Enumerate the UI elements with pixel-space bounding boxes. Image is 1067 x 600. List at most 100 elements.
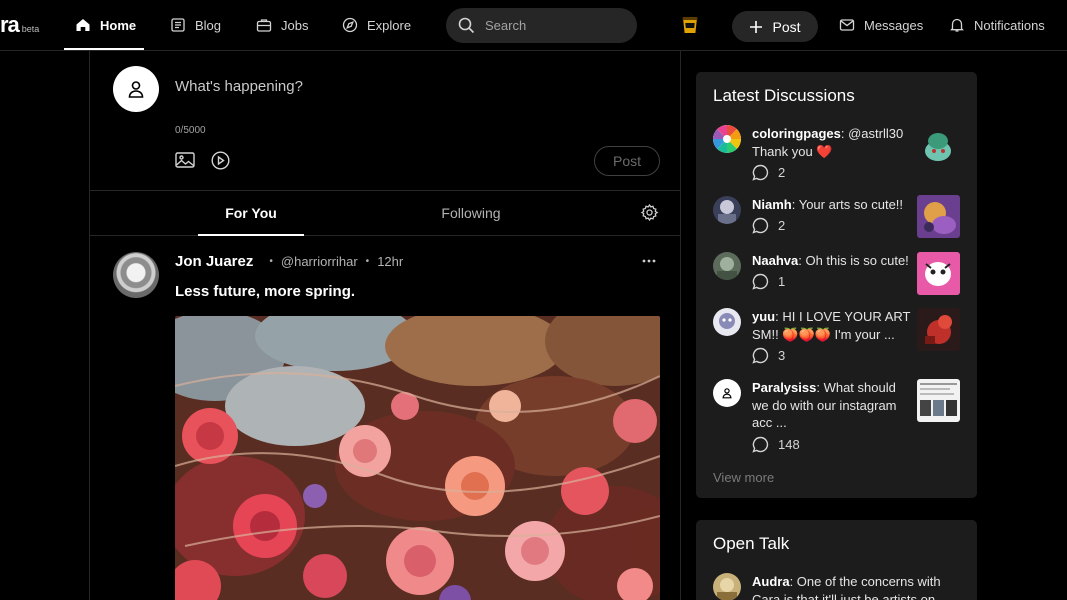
discussion-message: : Your arts so cute!!	[791, 197, 904, 212]
discussion-thumbnail[interactable]	[917, 379, 960, 422]
new-post-button[interactable]: Post	[732, 11, 818, 42]
video-upload-icon[interactable]	[211, 151, 230, 170]
post-time: 12hr	[377, 254, 404, 269]
coffee-cup-icon[interactable]	[681, 15, 699, 35]
composer-post-button[interactable]: Post	[594, 146, 660, 176]
discussion-user[interactable]: Naahva	[752, 253, 798, 268]
search-input[interactable]	[485, 18, 615, 33]
discussion-message: : Oh this is so cute!	[798, 253, 909, 268]
discussion-user[interactable]: Niamh	[752, 197, 792, 212]
top-navigation: ra beta Home Blog Jobs Explore Post Mess…	[0, 0, 1067, 51]
comment-icon	[752, 273, 769, 290]
separator-dot: •	[269, 256, 273, 267]
comment-icon	[752, 217, 769, 234]
discussion-user[interactable]: Audra	[752, 574, 790, 589]
briefcase-icon	[256, 19, 272, 32]
discussion-text: Naahva: Oh this is so cute!	[752, 252, 912, 270]
discussion-avatar[interactable]	[713, 196, 741, 224]
nav-explore-label: Explore	[367, 17, 412, 33]
open-talk-panel: Open Talk Audra: One of the concerns wit…	[696, 520, 977, 600]
nav-home-label: Home	[100, 17, 137, 33]
new-post-label: Post	[772, 18, 801, 35]
user-icon	[722, 388, 732, 399]
discussion-item[interactable]: Niamh: Your arts so cute!! 2	[713, 195, 963, 244]
search-bar[interactable]	[446, 8, 637, 43]
discussion-user[interactable]: coloringpages	[752, 126, 841, 141]
discussion-thumbnail[interactable]	[917, 125, 960, 168]
reply-count[interactable]: 2	[752, 164, 785, 181]
comment-icon	[752, 347, 769, 364]
discussion-thumbnail[interactable]	[917, 308, 960, 351]
discussion-text: Paralysiss: What should we do with our i…	[752, 379, 912, 432]
nav-blog-label: Blog	[195, 17, 222, 33]
discussion-avatar[interactable]	[713, 573, 741, 600]
nav-home[interactable]: Home	[64, 0, 144, 50]
nav-blog[interactable]: Blog	[170, 0, 221, 50]
discussion-item[interactable]: coloringpages: @astrll30 Thank you ❤️ 2	[713, 125, 963, 185]
more-options-icon[interactable]	[641, 258, 657, 264]
reply-count[interactable]: 2	[752, 217, 785, 234]
reply-count-value: 2	[778, 218, 786, 233]
comment-icon	[752, 164, 769, 181]
discussion-avatar[interactable]	[713, 252, 741, 280]
nav-notifications[interactable]: Notifications	[949, 0, 1045, 50]
reply-count-value: 148	[778, 437, 800, 452]
character-counter: 0/5000	[175, 125, 206, 136]
discussion-item[interactable]: Naahva: Oh this is so cute! 1	[713, 252, 963, 300]
home-icon	[76, 19, 90, 31]
discussion-avatar[interactable]	[713, 379, 741, 407]
image-upload-icon[interactable]	[175, 151, 195, 169]
post-author-name[interactable]: Jon Juarez	[175, 253, 253, 270]
separator-dot: •	[365, 256, 370, 267]
search-icon	[458, 17, 475, 34]
tab-for-you[interactable]: For You	[198, 191, 304, 236]
nav-notifications-label: Notifications	[974, 17, 1045, 33]
blog-icon	[171, 18, 185, 32]
bell-icon	[950, 18, 964, 32]
comment-icon	[752, 436, 769, 453]
latest-discussions-title: Latest Discussions	[713, 86, 855, 105]
post-text: Less future, more spring.	[175, 283, 356, 300]
nav-jobs[interactable]: Jobs	[256, 0, 308, 50]
cara-logo[interactable]: ra beta	[0, 12, 40, 37]
reply-count[interactable]: 148	[752, 436, 800, 453]
discussion-user[interactable]: Paralysiss	[752, 380, 816, 395]
feed-tabs: For You Following	[90, 191, 680, 236]
composer-input[interactable]: What's happening?	[175, 78, 303, 95]
reply-count-value: 2	[778, 165, 786, 180]
discussion-thumbnail[interactable]	[917, 252, 960, 295]
discussion-text: Niamh: Your arts so cute!!	[752, 196, 912, 214]
gear-icon[interactable]	[640, 203, 659, 222]
discussion-user[interactable]: yuu	[752, 309, 775, 324]
latest-discussions-panel: Latest Discussions coloringpages: @astrl…	[696, 72, 977, 498]
reply-count[interactable]: 1	[752, 273, 785, 290]
plus-icon	[750, 20, 763, 33]
reply-count[interactable]: 3	[752, 347, 785, 364]
nav-explore[interactable]: Explore	[342, 0, 411, 50]
discussion-item[interactable]: Audra: One of the concerns with Cara is …	[713, 573, 963, 600]
user-icon	[128, 81, 144, 98]
post-author-avatar[interactable]	[113, 252, 159, 298]
compass-icon	[342, 17, 358, 33]
main-feed: What's happening? 0/5000 Post For You Fo…	[89, 51, 681, 600]
view-more-link[interactable]: View more	[713, 470, 774, 485]
post-author-handle[interactable]: @harriorrihar	[281, 254, 358, 269]
nav-messages[interactable]: Messages	[839, 0, 923, 50]
discussion-text: yuu: HI I LOVE YOUR ART SM!! 🍑🍑🍑 I'm you…	[752, 308, 912, 343]
beta-label: beta	[21, 24, 40, 34]
post-meta: Jon Juarez • @harriorrihar • 12hr	[175, 253, 403, 270]
user-avatar[interactable]	[113, 66, 159, 112]
discussion-avatar[interactable]	[713, 125, 741, 153]
discussion-avatar[interactable]	[713, 308, 741, 336]
discussion-thumbnail[interactable]	[917, 195, 960, 238]
reply-count-value: 3	[778, 348, 786, 363]
discussion-item[interactable]: Paralysiss: What should we do with our i…	[713, 379, 963, 459]
discussion-text: coloringpages: @astrll30 Thank you ❤️	[752, 125, 912, 160]
logo-mark: ra	[0, 12, 20, 37]
nav-messages-label: Messages	[864, 17, 924, 33]
nav-jobs-label: Jobs	[281, 17, 309, 33]
tab-following[interactable]: Following	[417, 191, 525, 235]
reply-count-value: 1	[778, 274, 786, 289]
discussion-item[interactable]: yuu: HI I LOVE YOUR ART SM!! 🍑🍑🍑 I'm you…	[713, 308, 963, 368]
post-artwork-image[interactable]	[175, 316, 660, 600]
